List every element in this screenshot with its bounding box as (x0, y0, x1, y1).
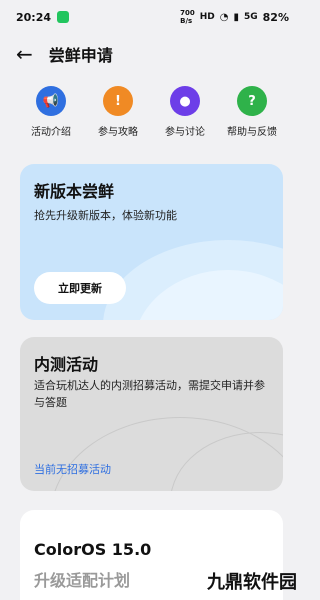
wifi-icon: ◔ (219, 11, 229, 23)
wechat-notification-icon (57, 11, 70, 23)
status-time: 20:24 (16, 10, 52, 24)
battery-level: 82% (262, 10, 289, 24)
signal-icon: ▮ (233, 11, 239, 23)
update-now-button[interactable]: 立即更新 (34, 272, 126, 304)
title-bar: ← 尝鲜申请 (0, 34, 303, 74)
quick-label: 参与讨论 (165, 127, 205, 138)
help-icon: ? (237, 86, 267, 116)
network-speed: 700 B/s (180, 9, 195, 25)
status-right: 700 B/s HD ◔ ▮ 5G 82% (180, 9, 289, 25)
quick-discussion[interactable]: ● 参与讨论 (154, 86, 216, 138)
beta-test-description: 适合玩机达人的内测招募活动，需提交申请并参与答题 (34, 379, 265, 409)
page-title: 尝鲜申请 (48, 46, 113, 65)
coloros-title: ColorOS 15.0 (34, 540, 152, 559)
quick-label: 帮助与反馈 (227, 127, 277, 138)
quick-guide[interactable]: ! 参与攻略 (87, 86, 149, 138)
chat-icon: ● (170, 86, 200, 116)
status-left: 20:24 (16, 10, 70, 24)
hd-icon: HD (199, 12, 215, 22)
back-arrow-icon[interactable]: ← (16, 44, 33, 64)
coloros-subtitle: 升级适配计划 (34, 571, 131, 590)
status-bar: 20:24 700 B/s HD ◔ ▮ 5G 82% (0, 0, 303, 34)
recruitment-status-link[interactable]: 当前无招募活动 (34, 461, 111, 477)
quick-label: 参与攻略 (98, 127, 138, 138)
quick-label: 活动介绍 (31, 127, 71, 138)
beta-test-title: 内测活动 (34, 355, 99, 374)
new-version-subtitle: 抢先升级新版本，体验新功能 (34, 209, 177, 222)
quick-activity-intro[interactable]: 📢 活动介绍 (20, 86, 82, 138)
watermark-text: 九鼎软件园 (207, 572, 297, 593)
new-version-title: 新版本尝鲜 (34, 182, 115, 201)
beta-test-card[interactable]: 内测活动 适合玩机达人的内测招募活动，需提交申请并参与答题 当前无招募活动 (20, 337, 283, 491)
quick-help[interactable]: ? 帮助与反馈 (221, 86, 283, 138)
megaphone-icon: 📢 (36, 86, 66, 116)
signal-5g: 5G (244, 12, 258, 22)
new-version-card[interactable]: 新版本尝鲜 抢先升级新版本，体验新功能 立即更新 (20, 164, 283, 320)
book-icon: ! (103, 86, 133, 116)
quick-actions: 📢 活动介绍 ! 参与攻略 ● 参与讨论 ? 帮助与反馈 (0, 74, 303, 138)
